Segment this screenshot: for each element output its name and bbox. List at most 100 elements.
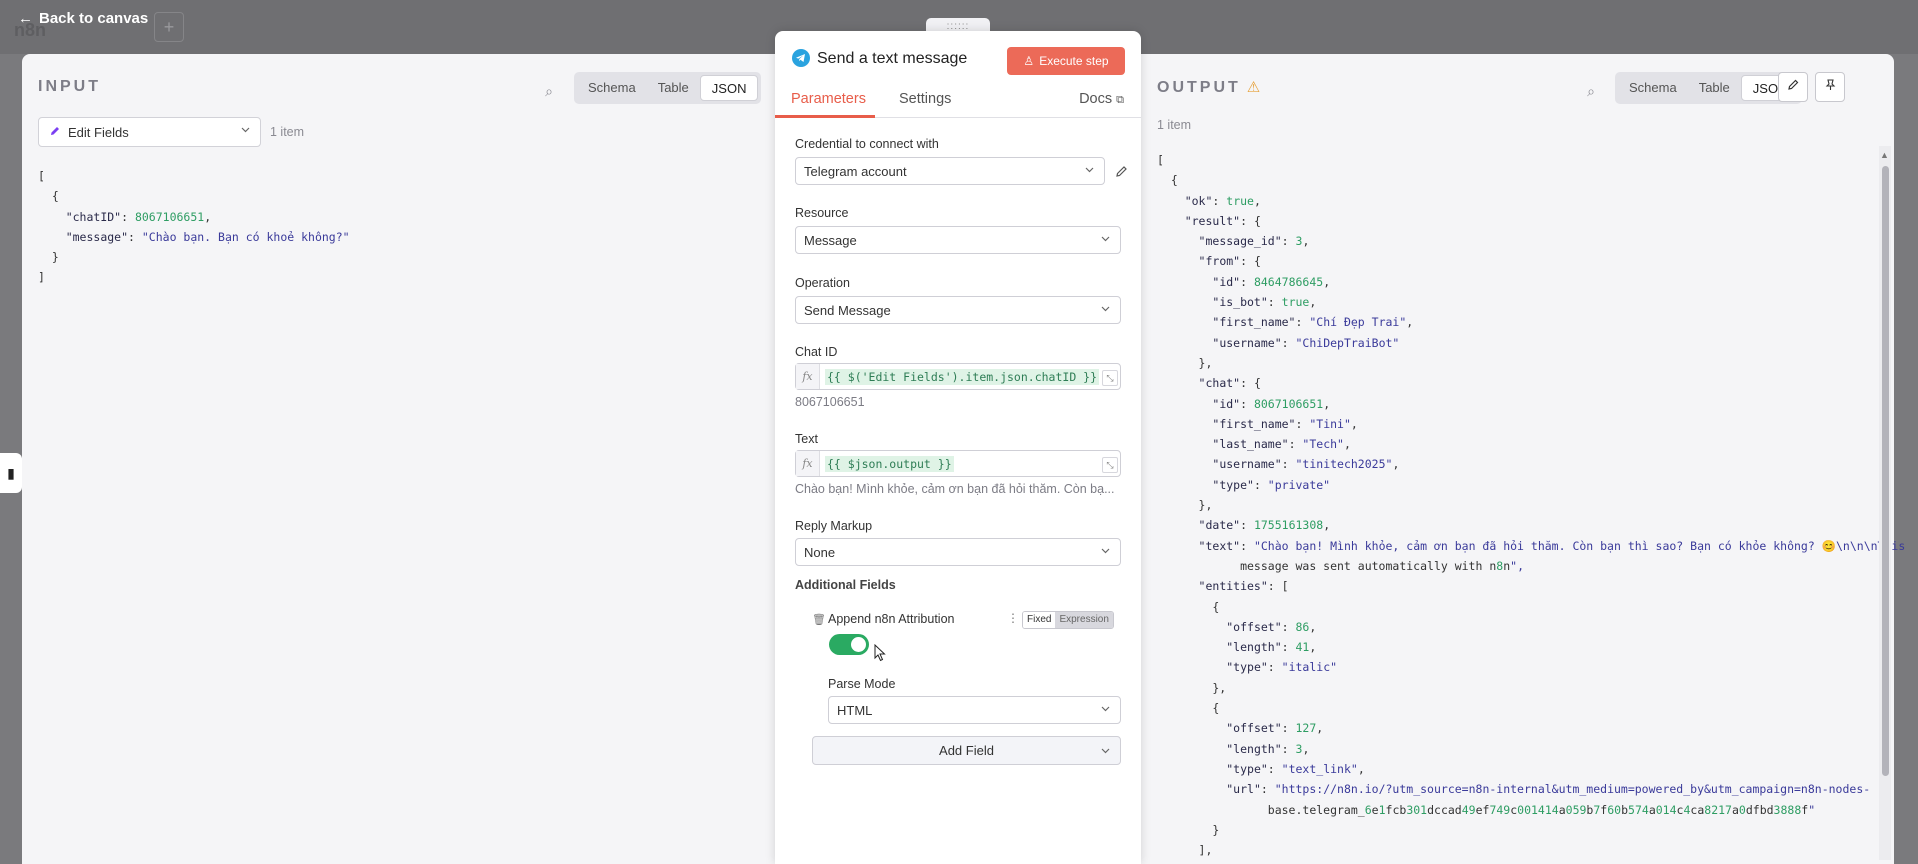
chevron-down-icon <box>1101 746 1110 755</box>
execute-step-button[interactable]: ♙ Execute step <box>1007 47 1125 75</box>
output-item-count: 1 item <box>1157 118 1192 132</box>
resource-value: Message <box>804 232 857 248</box>
output-json-line: }, <box>1157 355 1213 370</box>
output-json-line: "first_name": "Chí Đẹp Trai", <box>1212 315 1414 330</box>
input-view-json[interactable]: JSON <box>699 75 759 101</box>
output-json-line: "url": "https://n8n.io/?utm_source=n8n-i… <box>1226 782 1871 797</box>
output-json-line: { <box>1157 599 1220 614</box>
chevron-down-icon <box>1101 704 1110 713</box>
credential-label: Credential to connect with <box>795 137 939 151</box>
more-options-icon[interactable]: ⋮ <box>1007 611 1019 625</box>
reply-markup-select[interactable]: None <box>795 538 1121 566</box>
credential-value: Telegram account <box>804 163 907 179</box>
output-json-line: ], <box>1157 843 1213 858</box>
input-node-select[interactable]: Edit Fields <box>38 117 261 147</box>
docs-label: Docs <box>1079 91 1113 107</box>
output-json-line: "length": 41, <box>1226 640 1317 655</box>
output-json-line: "entities": [ <box>1198 579 1289 594</box>
pencil-icon <box>1787 78 1800 96</box>
chevron-down-icon <box>1101 304 1110 313</box>
output-json-line: base.telegram_6e1fcb301dccad49ef749c0014… <box>1157 802 1816 817</box>
chevron-down-icon <box>1101 546 1110 555</box>
tab-settings[interactable]: Settings <box>899 91 951 107</box>
warning-icon: ⚠ <box>1246 79 1261 96</box>
output-json-view: [ { "ok": true, "result": { "message_id"… <box>1157 150 1905 860</box>
parse-mode-value: HTML <box>837 702 873 718</box>
text-preview: Chào bạn! Mình khỏe, cảm ơn bạn đã hỏi t… <box>795 482 1115 496</box>
output-json-line: "username": "tinitech2025", <box>1212 457 1400 472</box>
telegram-icon <box>792 49 810 67</box>
pin-icon <box>1824 78 1837 96</box>
output-json-line: "type": "italic" <box>1226 660 1338 675</box>
chat-id-expression: {{ $('Edit Fields').item.json.chatID }} <box>825 368 1100 385</box>
chat-panel-handle-icon[interactable]: ▮ <box>0 453 22 493</box>
input-node-select-value: Edit Fields <box>68 124 129 140</box>
output-json-line: "last_name": "Tech", <box>1212 437 1351 452</box>
fixed-option[interactable]: Fixed <box>1023 612 1056 628</box>
expand-icon[interactable]: ⤡ <box>1102 370 1118 386</box>
output-json-line: "chat": { <box>1198 376 1261 391</box>
input-view-switcher: Schema Table JSON <box>574 72 762 104</box>
parse-mode-label: Parse Mode <box>828 677 896 691</box>
output-json-line: { <box>1157 173 1178 188</box>
search-icon[interactable]: ⌕ <box>1584 84 1598 98</box>
output-json-line: "type": "private" <box>1212 477 1331 492</box>
add-node-button[interactable]: + <box>154 12 184 42</box>
output-view-switcher: Schema Table JSON <box>1615 72 1803 104</box>
back-to-canvas-link[interactable]: ← Back to canvas <box>18 10 148 27</box>
output-json-line: [ <box>1157 153 1164 167</box>
expand-icon[interactable]: ⤡ <box>1102 457 1118 473</box>
resource-select[interactable]: Message <box>795 226 1121 254</box>
credential-select[interactable]: Telegram account <box>795 157 1105 185</box>
arrow-left-icon: ← <box>18 10 33 27</box>
output-json-line: "type": "text_link", <box>1226 761 1365 776</box>
input-json-line: "message": "Chào bạn. Bạn có khoẻ không?… <box>65 229 350 244</box>
node-title: Send a text message <box>817 50 968 67</box>
operation-label: Operation <box>795 276 850 290</box>
scroll-up-icon[interactable]: ▲ <box>1880 150 1890 160</box>
input-json-line: [ <box>38 169 45 183</box>
output-pane: OUTPUT ⚠ ⌕ Schema Table JSON 1 item [ { "… <box>1141 54 1905 864</box>
trash-icon[interactable]: 🗑 <box>812 613 826 626</box>
active-tab-indicator <box>775 115 875 118</box>
fixed-expression-toggle: Fixed Expression <box>1022 611 1114 629</box>
chevron-down-icon <box>1101 234 1110 243</box>
output-json-line: "is_bot": true, <box>1212 295 1317 310</box>
output-json-line: "ok": true, <box>1184 193 1261 208</box>
output-scrollbar-thumb[interactable] <box>1882 166 1889 776</box>
output-view-schema[interactable]: Schema <box>1618 75 1688 101</box>
chevron-down-icon <box>241 125 250 134</box>
docs-link[interactable]: Docs ⧉ <box>1079 91 1124 107</box>
output-json-line: "text": "Chào bạn! Mình khỏe, cảm ơn bạn… <box>1198 538 1906 553</box>
output-json-line: "first_name": "Tini", <box>1212 416 1358 431</box>
node-tabs: Parameters Settings Docs ⧉ <box>775 88 1141 118</box>
edit-output-button[interactable] <box>1778 72 1808 102</box>
output-view-table[interactable]: Table <box>1688 75 1741 101</box>
append-attribution-label: Append n8n Attribution <box>828 612 955 626</box>
text-label: Text <box>795 432 818 446</box>
chat-id-label: Chat ID <box>795 345 838 359</box>
output-json-line: "date": 1755161308, <box>1198 518 1331 533</box>
expression-option[interactable]: Expression <box>1055 612 1113 628</box>
edit-credential-icon[interactable] <box>1115 164 1129 183</box>
external-link-icon: ⧉ <box>1116 94 1124 106</box>
output-json-line: "result": { <box>1184 213 1261 228</box>
fx-icon: fx <box>796 364 820 389</box>
output-json-line: "offset": 127, <box>1226 721 1324 736</box>
output-title: OUTPUT ⚠ <box>1157 78 1260 97</box>
output-json-line: "from": { <box>1198 254 1261 269</box>
chat-id-expression-input[interactable]: fx {{ $('Edit Fields').item.json.chatID … <box>795 363 1121 390</box>
mouse-cursor-icon <box>874 643 886 662</box>
output-json-line: }, <box>1157 498 1213 513</box>
output-json-line: "length": 3, <box>1226 741 1310 756</box>
operation-select[interactable]: Send Message <box>795 296 1121 324</box>
input-view-schema[interactable]: Schema <box>577 75 647 101</box>
add-field-button[interactable]: Add Field <box>812 736 1121 765</box>
input-view-table[interactable]: Table <box>647 75 700 101</box>
parse-mode-select[interactable]: HTML <box>828 696 1121 724</box>
tab-parameters[interactable]: Parameters <box>791 91 866 107</box>
search-icon[interactable]: ⌕ <box>542 84 556 98</box>
text-expression-input[interactable]: fx {{ $json.output }} ⤡ <box>795 450 1121 477</box>
pin-output-button[interactable] <box>1815 72 1845 102</box>
append-attribution-switch[interactable] <box>829 634 869 655</box>
